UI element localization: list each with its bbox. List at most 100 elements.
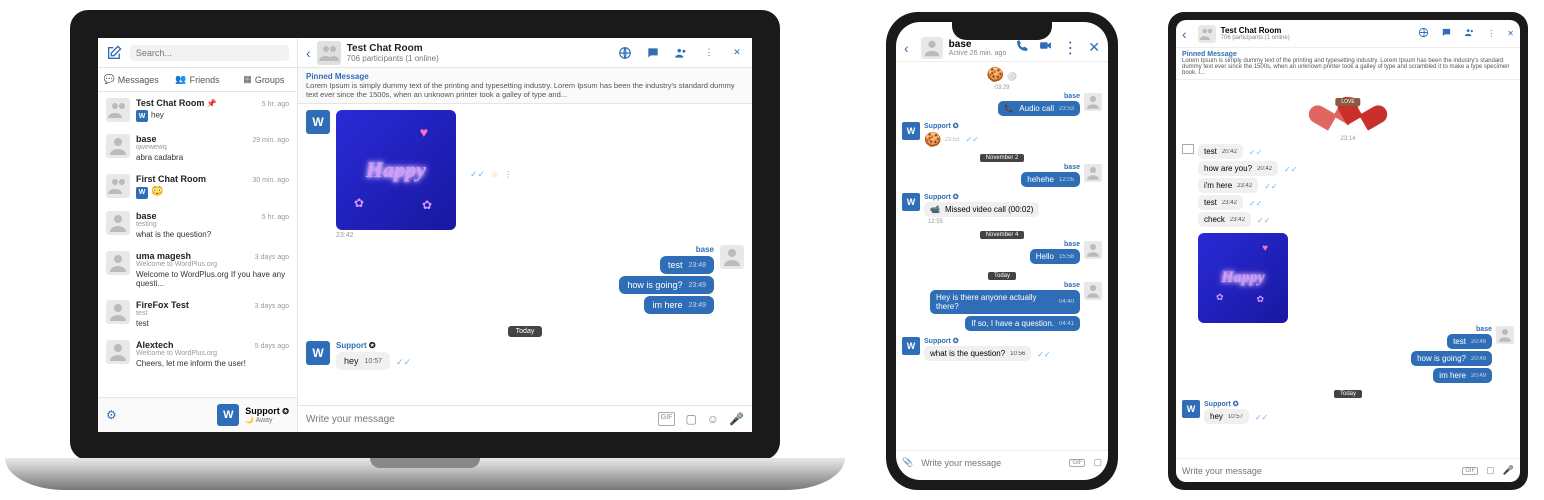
message-bubble[interactable]: test20:42 xyxy=(1198,144,1243,159)
people-icon[interactable] xyxy=(1464,27,1475,40)
avatar xyxy=(1084,282,1102,300)
w-badge: W xyxy=(136,110,148,122)
avatar xyxy=(1084,164,1102,182)
message-bubble[interactable]: what is the question?10:56 xyxy=(924,346,1031,361)
double-check-icon: ✓✓ xyxy=(1249,148,1262,157)
happy-sticker: ♥ Happy ✿ ✿ xyxy=(1198,233,1288,323)
compose-input[interactable] xyxy=(1182,466,1454,476)
message-bubble[interactable]: hey10:57 xyxy=(1204,409,1249,424)
chat-icon[interactable] xyxy=(1441,27,1452,40)
avatar xyxy=(1496,326,1514,344)
gear-icon[interactable]: ⚙ xyxy=(106,408,117,422)
star-icon[interactable]: ☆ xyxy=(491,170,498,179)
search-input[interactable] xyxy=(130,45,289,61)
list-item[interactable]: uma magesh3 days ago Welcome to WordPlus… xyxy=(98,245,297,294)
back-icon[interactable]: ‹ xyxy=(306,45,311,61)
avatar xyxy=(106,211,130,235)
more-icon[interactable]: ⋮ xyxy=(702,46,716,60)
message-bubble[interactable]: i'm here23:42 xyxy=(1198,178,1258,193)
compose-icon[interactable] xyxy=(106,45,122,61)
gif-icon[interactable]: GIF xyxy=(658,412,676,426)
more-icon[interactable]: ⋮ xyxy=(504,170,512,179)
sticker-icon[interactable]: ▢ xyxy=(685,412,696,426)
message-bubble[interactable]: If so, I have a question.04:41 xyxy=(965,316,1080,331)
list-item[interactable]: base5 hr. ago testing what is the questi… xyxy=(98,205,297,245)
message-bubble[interactable]: 📞Audio call23:53 xyxy=(998,101,1080,116)
tab-messages[interactable]: 💬Messages xyxy=(98,68,164,91)
verified-icon: ✪ xyxy=(953,194,959,201)
sticker-icon[interactable]: ▢ xyxy=(1093,457,1102,468)
message-bubble[interactable]: test23:42 xyxy=(1198,195,1243,210)
double-check-icon: ✓✓ xyxy=(1037,350,1050,359)
tablet-device: ‹ Test Chat Room 706 participants (1 onl… xyxy=(1168,12,1528,490)
double-check-icon: ✓✓ xyxy=(965,135,978,144)
video-icon[interactable] xyxy=(1039,39,1052,57)
avatar xyxy=(921,37,943,59)
message-bubble[interactable]: Hey is there anyone actually there?04:40 xyxy=(930,290,1080,314)
attach-icon[interactable]: 📎 xyxy=(902,457,913,468)
more-icon[interactable]: ⋮ xyxy=(1487,29,1495,38)
message-bubble[interactable]: test23:48 xyxy=(660,256,714,274)
pinned-message[interactable]: Pinned Message Lorem Ipsum is simply dum… xyxy=(298,68,752,104)
message-bubble[interactable]: 📹Missed video call (00:02) xyxy=(924,202,1039,217)
sender-avatar: W xyxy=(902,337,920,355)
message-bubble[interactable]: how is going?23:49 xyxy=(619,276,714,294)
happy-sticker: ♥ Happy ✿ ✿ xyxy=(336,110,456,230)
contact-status: Active 26 min. ago xyxy=(949,50,1007,57)
verified-icon: ✪ xyxy=(953,338,959,345)
conversation-list: Test Chat Room 📌5 hr. ago Whey base29 mi… xyxy=(98,92,297,397)
message-bubble[interactable]: how is going?20:49 xyxy=(1411,351,1492,366)
more-icon[interactable]: ⋮ xyxy=(1062,38,1078,58)
sticker-icon[interactable]: ▢ xyxy=(1486,465,1495,476)
avatar xyxy=(106,300,130,324)
tab-friends[interactable]: 👥Friends xyxy=(164,68,230,91)
verified-icon: ✪ xyxy=(953,123,959,130)
close-icon[interactable]: ✕ xyxy=(1088,39,1100,56)
pinned-message[interactable]: Pinned Message Lorem Ipsum is simply dum… xyxy=(1176,48,1520,80)
current-user-avatar[interactable]: W xyxy=(217,404,239,426)
message-bubble[interactable]: im here20:49 xyxy=(1433,368,1492,383)
date-separator: Today xyxy=(1334,390,1362,398)
sender-avatar: W xyxy=(902,193,920,211)
message-bubble[interactable]: im here23:49 xyxy=(644,296,714,314)
sender-avatar xyxy=(720,245,744,269)
call-icon[interactable] xyxy=(1016,39,1029,57)
list-item[interactable]: Test Chat Room 📌5 hr. ago Whey xyxy=(98,92,297,128)
room-title: Test Chat Room xyxy=(347,43,439,54)
list-item[interactable]: First Chat Room30 min. ago W😳 xyxy=(98,168,297,205)
message-bubble[interactable]: Hello15:58 xyxy=(1030,249,1080,264)
message-bubble[interactable]: how are you?20:42 xyxy=(1198,161,1278,176)
emoji-icon[interactable]: ☺ xyxy=(707,412,719,426)
list-item[interactable]: FireFox Test3 days ago test test xyxy=(98,294,297,334)
globe-icon[interactable] xyxy=(1418,27,1429,40)
video-icon: 📹 xyxy=(930,205,940,214)
gif-icon[interactable]: GIF xyxy=(1069,459,1085,467)
hearts-sticker: LOVE xyxy=(1308,84,1388,134)
room-participants: 706 participants (1 online) xyxy=(1221,35,1290,41)
back-icon[interactable]: ‹ xyxy=(1182,26,1187,42)
chat-icon[interactable] xyxy=(646,46,660,60)
compose-input[interactable] xyxy=(921,458,1061,468)
close-icon[interactable]: ✕ xyxy=(730,46,744,60)
contact-name: base xyxy=(949,39,1007,50)
message-bubble[interactable]: hey10:57 xyxy=(336,352,390,370)
tab-groups[interactable]: ▦Groups xyxy=(231,68,297,91)
w-badge: W xyxy=(136,187,148,199)
list-item[interactable]: base29 min. ago qwewewq abra cadabra xyxy=(98,128,297,168)
message-bubble[interactable]: hehehe12:05 xyxy=(1021,172,1080,187)
mic-icon[interactable]: 🎤 xyxy=(729,412,744,426)
list-item[interactable]: Alextech5 days ago Welcome to WordPlus.o… xyxy=(98,334,297,374)
people-icon[interactable] xyxy=(674,46,688,60)
compose-input[interactable] xyxy=(306,414,648,425)
globe-icon[interactable] xyxy=(618,46,632,60)
gif-icon[interactable]: GIF xyxy=(1462,467,1478,475)
avatar xyxy=(106,340,130,364)
close-icon[interactable]: ✕ xyxy=(1507,29,1514,38)
room-title: Test Chat Room xyxy=(1221,26,1290,35)
avatar xyxy=(106,251,130,275)
message-bubble[interactable]: test20:48 xyxy=(1447,334,1492,349)
message-bubble[interactable]: check23:42 xyxy=(1198,212,1251,227)
mic-icon[interactable]: 🎤 xyxy=(1503,465,1514,476)
back-icon[interactable]: ‹ xyxy=(904,40,909,56)
friends-icon: 👥 xyxy=(175,74,186,85)
